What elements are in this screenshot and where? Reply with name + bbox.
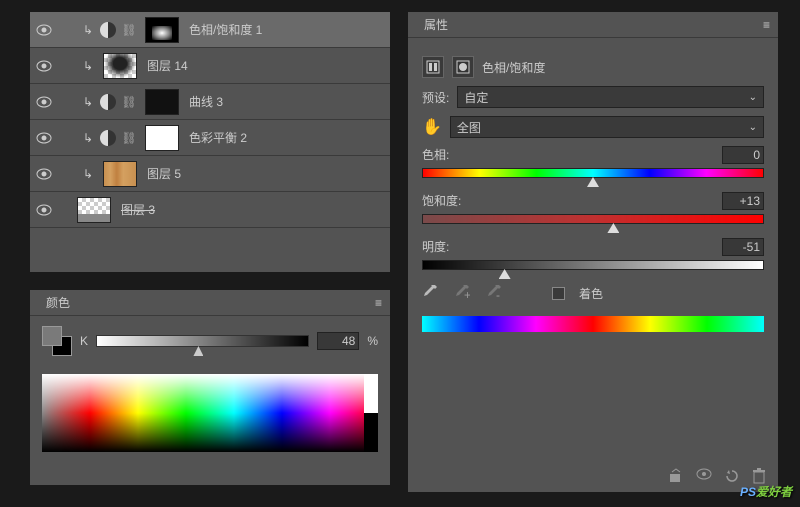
layer-name[interactable]: 曲线 3 [189,93,223,110]
layers-panel: ↳ ⛓ 色相/饱和度 1 ↳ 图层 14 ↳ ⛓ 曲线 3 ↳ ⛓ 色彩平衡 2… [30,12,390,272]
layer-row[interactable]: ↳ 图层 14 [30,48,390,84]
layer-row[interactable]: ↳ ⛓ 色相/饱和度 1 [30,12,390,48]
layer-row[interactable]: ↳ ⛓ 色彩平衡 2 [30,120,390,156]
mask-icon[interactable] [452,56,474,78]
visibility-icon[interactable] [35,93,53,111]
preset-select[interactable]: 自定 ⌄ [457,86,764,108]
lightness-slider[interactable] [422,260,764,270]
colorize-checkbox[interactable] [552,287,565,300]
chevron-down-icon: ⌄ [749,122,757,133]
hand-scrub-icon[interactable]: ✋ [422,117,442,137]
clip-icon: ↳ [82,95,94,109]
slider-knob[interactable] [607,223,619,233]
layer-row[interactable]: ↳ 图层 5 [30,156,390,192]
svg-text:+: + [464,288,470,300]
chevron-down-icon: ⌄ [749,92,757,103]
lightness-value-input[interactable]: -51 [722,238,764,256]
layer-name[interactable]: 图层 5 [147,165,181,182]
preset-label: 预设: [422,89,449,106]
fg-swatch[interactable] [42,326,62,346]
saturation-label: 饱和度: [422,192,461,210]
color-tab[interactable]: 颜色 [38,290,78,315]
eyedropper-add-icon[interactable]: + [454,284,472,302]
layer-name[interactable]: 色彩平衡 2 [189,129,247,146]
layer-mask-thumb[interactable] [145,89,179,115]
adjustment-type-icon[interactable] [422,56,444,78]
eyedropper-subtract-icon[interactable]: - [486,284,504,302]
layer-thumb[interactable] [103,161,137,187]
hue-label: 色相: [422,146,449,164]
svg-text:-: - [496,288,500,300]
bw-ramp[interactable] [364,374,378,452]
properties-tab[interactable]: 属性 [416,12,456,37]
slider-knob[interactable] [587,177,599,187]
hue-range-bar[interactable] [422,316,764,332]
panel-header: 属性 ≡ [408,12,778,38]
watermark: PS爱好者 [740,483,792,501]
layer-thumb[interactable] [77,197,111,223]
panel-header: 颜色 ≡ [30,290,390,316]
clip-icon: ↳ [82,59,94,73]
layer-row[interactable]: ↳ ⛓ 曲线 3 [30,84,390,120]
colorize-label: 着色 [579,285,603,302]
trash-icon[interactable] [752,468,768,484]
layer-name[interactable]: 图层 3 [121,201,155,218]
slider-knob[interactable] [499,269,511,279]
visibility-icon[interactable] [35,165,53,183]
visibility-icon[interactable] [35,129,53,147]
saturation-value-input[interactable]: +13 [722,192,764,210]
clip-icon: ↳ [82,131,94,145]
unit-label: % [367,334,378,348]
adjustment-icon [100,22,116,38]
saturation-slider[interactable] [422,214,764,224]
eyedropper-icon[interactable] [422,284,440,302]
color-spectrum[interactable] [42,374,378,452]
clip-icon: ↳ [82,167,94,181]
layer-thumb[interactable] [103,53,137,79]
visibility-icon[interactable] [35,57,53,75]
clip-to-layer-icon[interactable] [668,468,684,484]
slider-knob[interactable] [193,346,203,356]
layer-mask-thumb[interactable] [145,17,179,43]
adjustment-icon [100,130,116,146]
panel-menu-icon[interactable]: ≡ [375,296,382,310]
adjustment-icon [100,94,116,110]
lightness-label: 明度: [422,238,449,256]
link-icon[interactable]: ⛓ [122,129,136,147]
properties-panel: 属性 ≡ 色相/饱和度 预设: 自定 ⌄ ✋ 全图 ⌄ 色相: 0 [408,12,778,492]
k-slider[interactable] [96,335,309,347]
k-value-input[interactable]: 48 [317,332,359,350]
panel-footer [668,468,768,484]
reset-icon[interactable] [724,468,740,484]
hue-value-input[interactable]: 0 [722,146,764,164]
visibility-icon[interactable] [35,201,53,219]
layer-row[interactable]: 图层 3 [30,192,390,228]
range-select[interactable]: 全图 ⌄ [450,116,764,138]
clip-icon: ↳ [82,23,94,37]
channel-label: K [80,334,88,348]
layer-mask-thumb[interactable] [145,125,179,151]
layer-name[interactable]: 图层 14 [147,57,188,74]
layer-name[interactable]: 色相/饱和度 1 [189,21,262,38]
color-swatches[interactable] [42,326,72,356]
adjustment-name: 色相/饱和度 [482,59,545,76]
link-icon[interactable]: ⛓ [122,93,136,111]
panel-menu-icon[interactable]: ≡ [763,18,770,32]
view-previous-icon[interactable] [696,468,712,484]
hue-slider[interactable] [422,168,764,178]
link-icon[interactable]: ⛓ [122,21,136,39]
color-panel: 颜色 ≡ K 48 % [30,290,390,485]
visibility-icon[interactable] [35,21,53,39]
